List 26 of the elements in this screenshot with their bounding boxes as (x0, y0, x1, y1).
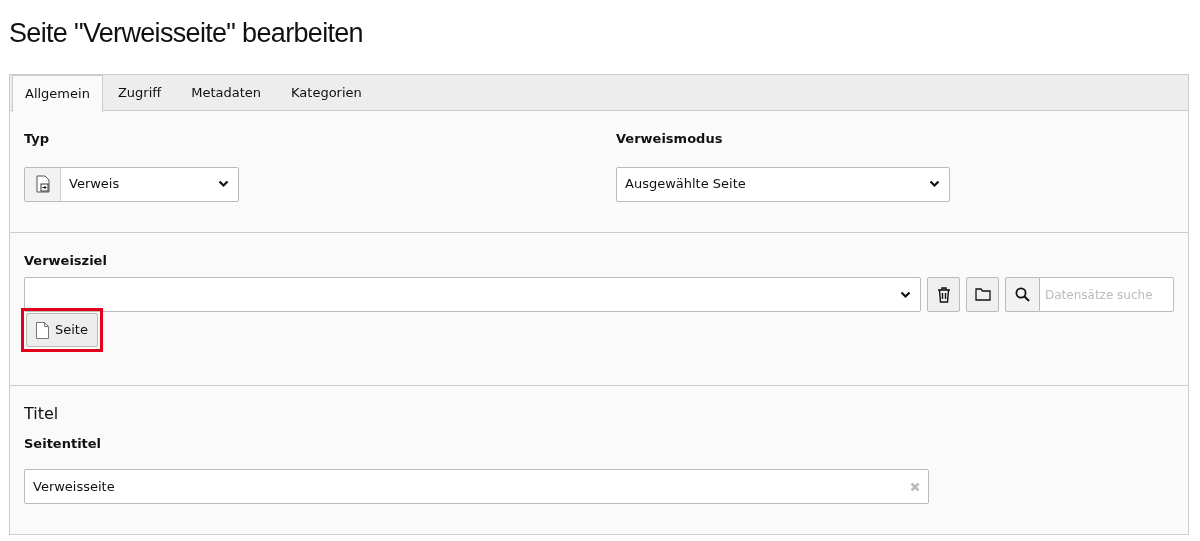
field-label: Verweisziel (24, 251, 108, 270)
chevron-down-icon (218, 180, 229, 188)
field-label: Typ (24, 130, 51, 148)
chevron-down-icon (929, 180, 940, 188)
page-link-icon (35, 175, 50, 193)
tab[interactable]: Kategorien (276, 75, 377, 111)
tab[interactable]: Allgemein (12, 75, 103, 112)
type-select[interactable]: Verweis (24, 166, 239, 202)
chevron-down-icon (900, 290, 911, 299)
search-field[interactable]: Datensätze suche (1040, 277, 1174, 312)
field-label: Verweismodus (616, 130, 724, 148)
page-button[interactable]: Seite (26, 313, 98, 347)
folder-icon (974, 288, 991, 301)
page-title: Seite "Verweisseite" bearbeiten (8, 17, 364, 50)
tab[interactable]: Zugriff (102, 75, 177, 111)
delete-button[interactable] (927, 277, 960, 312)
field-label: Seitentitel (24, 434, 103, 453)
browse-button[interactable] (966, 277, 999, 312)
search-button[interactable] (1005, 277, 1040, 312)
trash-icon (936, 286, 951, 303)
page-icon (36, 321, 49, 339)
search-icon (1015, 287, 1030, 302)
section-title: Titel (24, 402, 60, 425)
title-field[interactable]: Verweisseite (24, 469, 929, 504)
mode-select[interactable]: Ausgewählte Seite (616, 166, 950, 202)
tab[interactable]: Metadaten (176, 75, 277, 111)
